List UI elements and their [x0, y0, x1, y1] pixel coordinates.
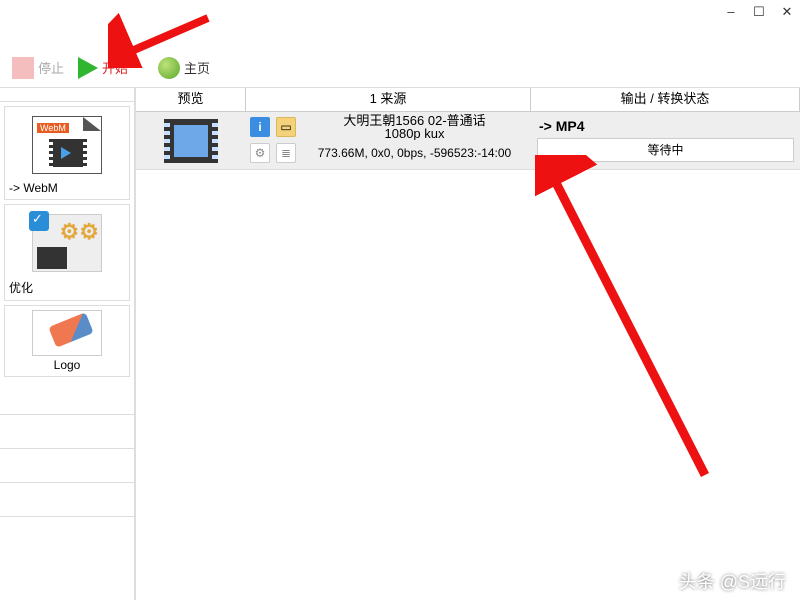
screen-icon — [37, 247, 67, 269]
eraser-icon — [48, 312, 93, 347]
close-button[interactable]: ✕ — [780, 4, 794, 20]
col-output[interactable]: 输出 / 转换状态 — [531, 88, 800, 111]
gear-icon[interactable]: ⚙ — [250, 143, 270, 163]
webm-tag: WebM — [37, 123, 69, 133]
output-format: -> MP4 — [537, 114, 794, 138]
col-source[interactable]: 1 来源 — [246, 88, 531, 111]
sidebar: WebM -> WebM ⚙⚙ 优化 Logo — [0, 88, 135, 600]
minimize-button[interactable]: – — [724, 4, 738, 20]
cell-source: i ▭ 大明王朝1566 02-普通话 1080p kux ⚙ ≣ 773.66… — [246, 112, 531, 169]
col-preview[interactable]: 预览 — [136, 88, 246, 111]
sidebar-empty-row — [0, 415, 134, 449]
sidebar-option-label: -> WebM — [9, 179, 125, 195]
toolbar: 停止 开始 主页 — [0, 48, 800, 88]
output-status[interactable]: 等待中 — [537, 138, 794, 162]
doc-icon[interactable]: ≣ — [276, 143, 296, 163]
sidebar-empty-row — [0, 381, 134, 415]
stop-button: 停止 — [6, 55, 70, 81]
cell-output: -> MP4 等待中 — [531, 112, 800, 169]
sidebar-option-logo[interactable]: Logo — [4, 305, 130, 377]
maximize-button[interactable]: ☐ — [752, 4, 766, 20]
sidebar-empty-row — [0, 483, 134, 517]
folder-icon[interactable]: ▭ — [276, 117, 296, 137]
webm-thumb: WebM — [9, 111, 125, 179]
sidebar-option-label: Logo — [9, 356, 125, 372]
source-title-line2: 1080p kux — [302, 127, 527, 140]
logo-thumb — [9, 310, 125, 356]
cell-preview — [136, 112, 246, 169]
sidebar-option-label: 优化 — [9, 277, 125, 296]
start-button[interactable]: 开始 — [72, 55, 134, 81]
gears-icon: ⚙⚙ — [60, 219, 99, 245]
start-label: 开始 — [102, 58, 128, 77]
source-title: 大明王朝1566 02-普通话 1080p kux — [302, 114, 527, 140]
optimize-thumb: ⚙⚙ — [9, 209, 125, 277]
info-icon[interactable]: i — [250, 117, 270, 137]
video-thumb-icon — [170, 119, 212, 163]
sidebar-empty-row — [0, 449, 134, 483]
home-label: 主页 — [184, 58, 210, 77]
file-row[interactable]: i ▭ 大明王朝1566 02-普通话 1080p kux ⚙ ≣ 773.66… — [136, 112, 800, 170]
globe-icon — [158, 57, 180, 79]
sidebar-spacer — [0, 88, 134, 102]
play-overlay-icon — [61, 147, 71, 159]
sidebar-option-optimize[interactable]: ⚙⚙ 优化 — [4, 204, 130, 301]
sidebar-option-webm[interactable]: WebM -> WebM — [4, 106, 130, 200]
stop-label: 停止 — [38, 58, 64, 77]
stop-icon — [12, 57, 34, 79]
play-icon — [78, 57, 98, 79]
watermark: 头条 @S远行 — [679, 568, 786, 594]
column-headers: 预览 1 来源 输出 / 转换状态 — [136, 88, 800, 112]
source-meta: 773.66M, 0x0, 0bps, -596523:-14:00 — [302, 146, 527, 160]
home-button[interactable]: 主页 — [152, 55, 216, 81]
main-panel: 预览 1 来源 输出 / 转换状态 i ▭ 大明王朝1566 02-普通话 10… — [135, 88, 800, 600]
check-icon — [29, 211, 49, 231]
